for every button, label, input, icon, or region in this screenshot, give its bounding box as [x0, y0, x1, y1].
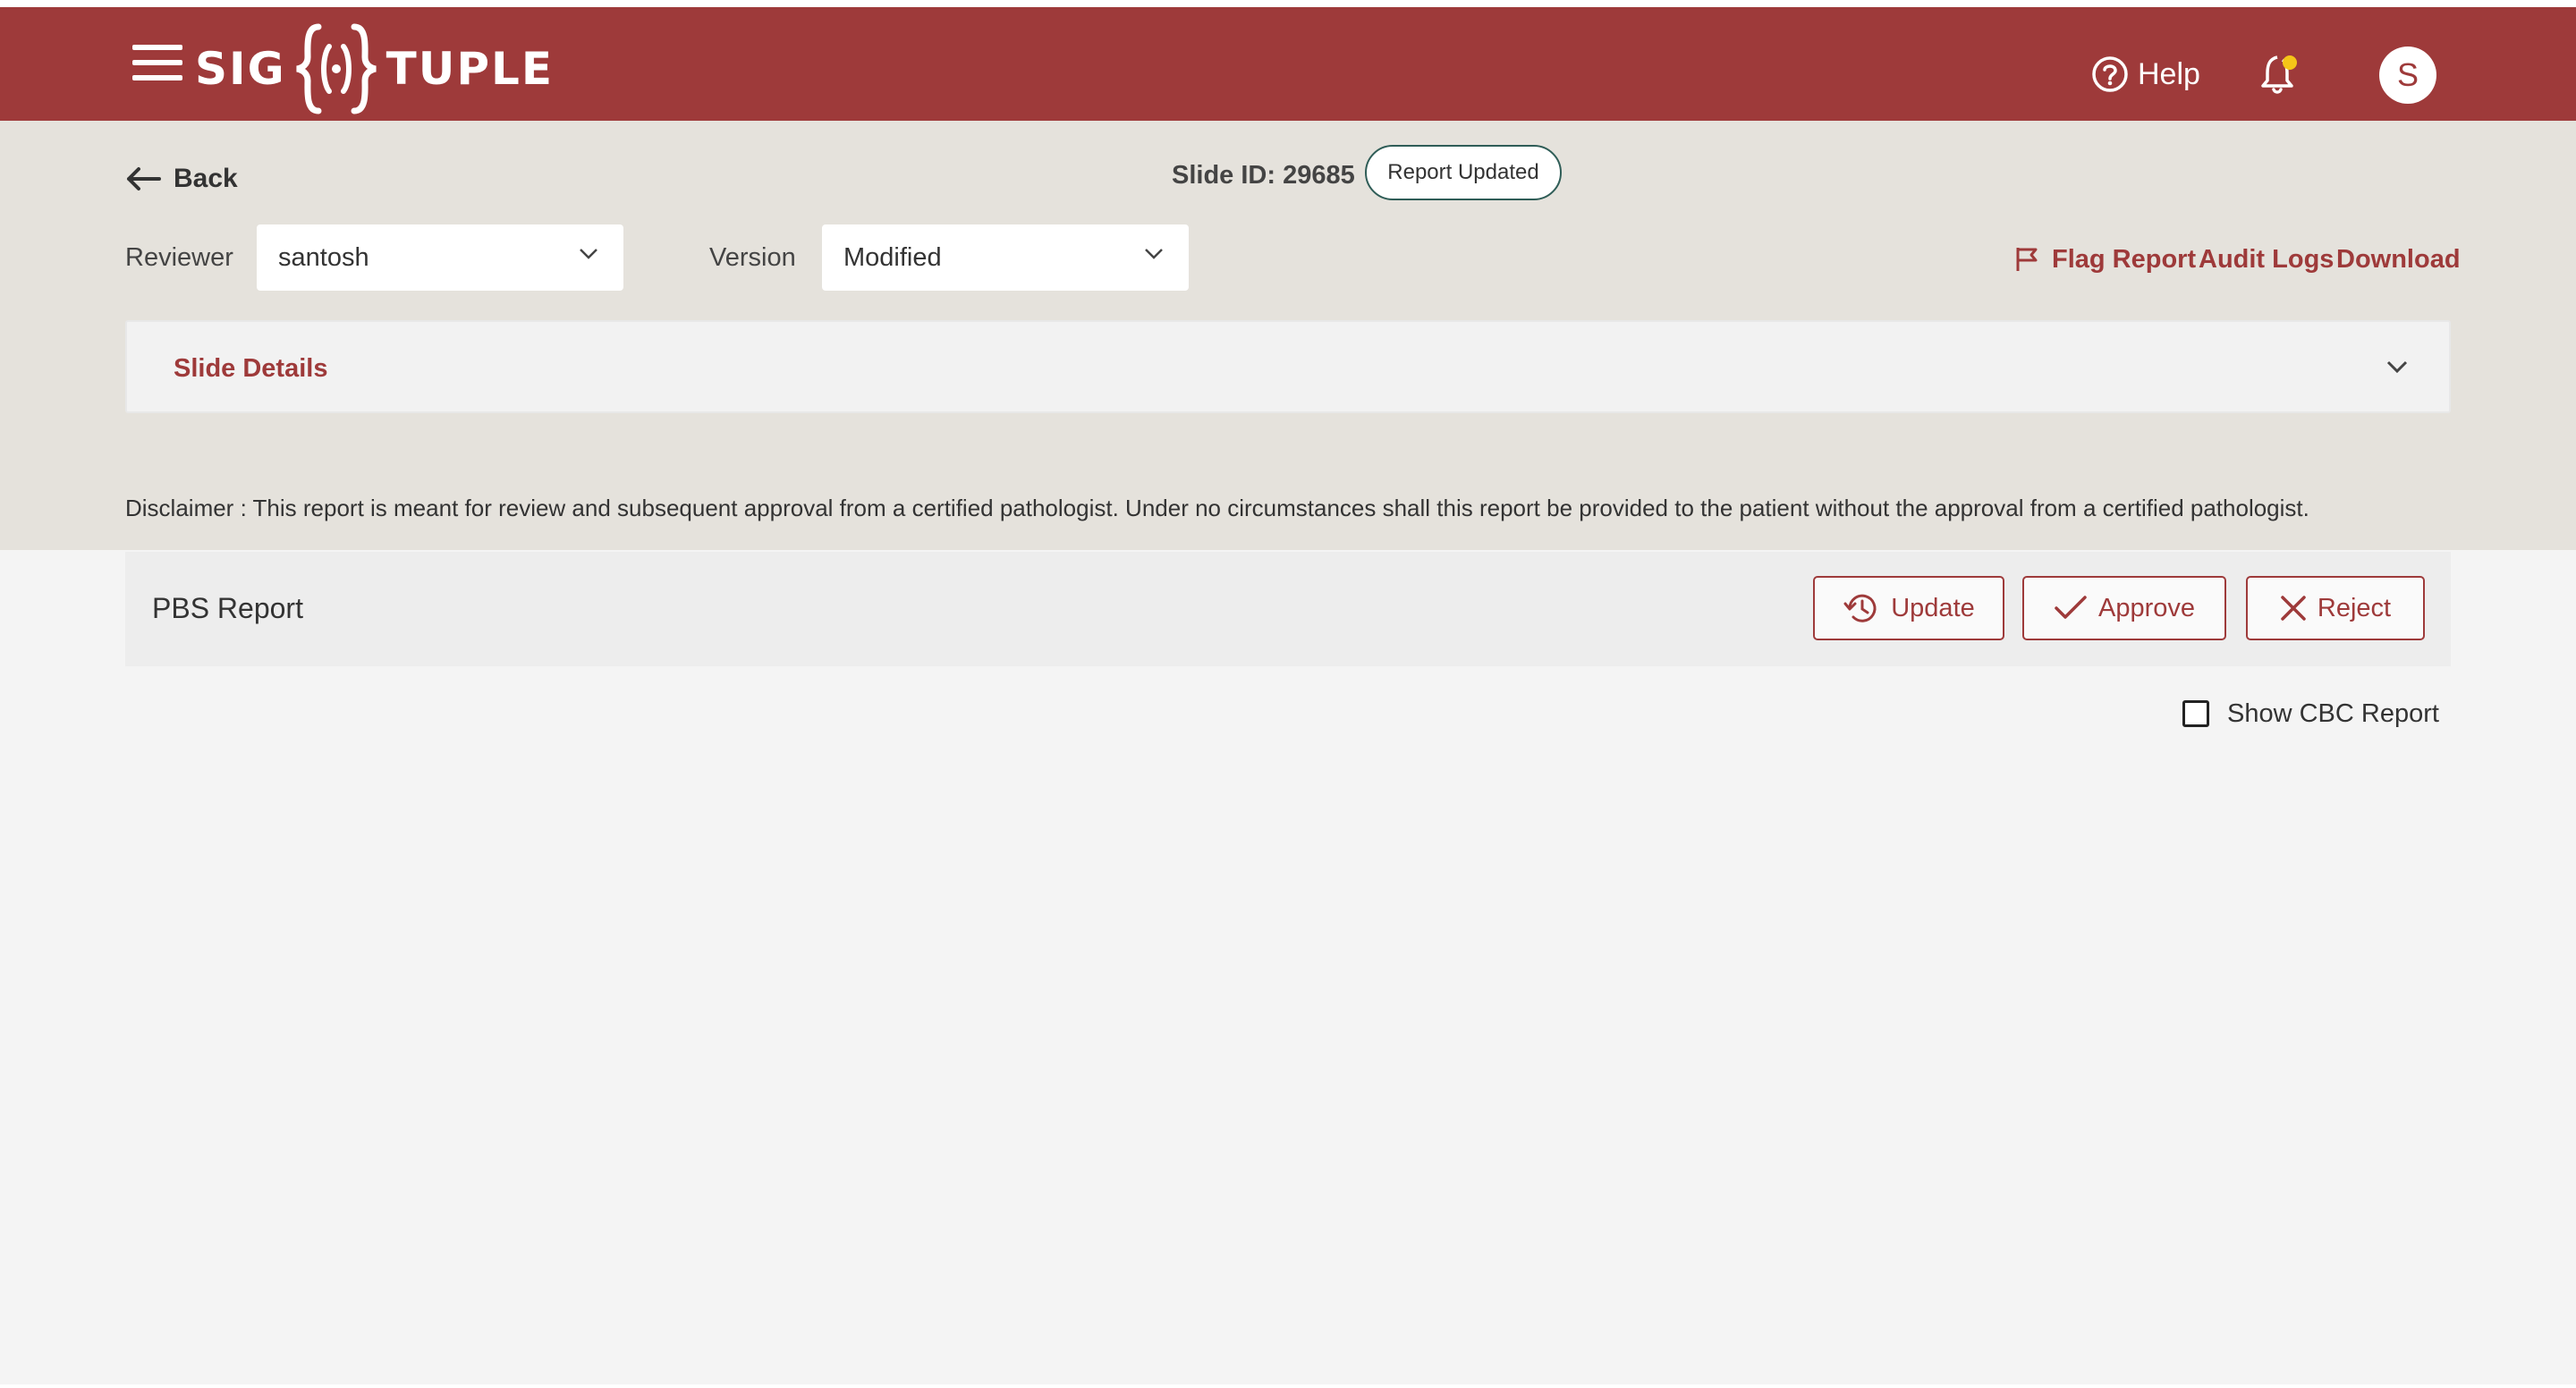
reviewer-select[interactable]: santosh [257, 224, 623, 291]
back-button[interactable]: Back [125, 159, 238, 199]
app-header: SIG TUPLE Help S [0, 7, 2576, 121]
arrow-left-icon [127, 167, 161, 190]
bottom-strip [0, 1384, 2576, 1388]
approve-label: Approve [2097, 593, 2195, 622]
menu-icon[interactable] [132, 45, 182, 80]
sigtuple-logo: SIG TUPLE [195, 20, 554, 118]
chevron-down-icon [580, 249, 597, 259]
slide-details-accordion[interactable]: Slide Details [125, 320, 2451, 413]
help-button[interactable]: Help [2091, 52, 2200, 97]
help-label: Help [2138, 56, 2200, 91]
reject-button[interactable]: Reject [2246, 576, 2425, 640]
version-select[interactable]: Modified [822, 224, 1189, 291]
close-icon [2281, 596, 2306, 621]
update-label: Update [1891, 593, 1975, 622]
cbc-label: Show CBC Report [2227, 698, 2439, 728]
slide-id: Slide ID: 29685 [1172, 161, 1355, 190]
update-button[interactable]: Update [1813, 576, 2004, 640]
logo-text-left: SIG [195, 43, 286, 95]
help-icon [2092, 56, 2128, 92]
slide-details-title: Slide Details [174, 354, 328, 383]
notification-dot [2283, 55, 2297, 70]
approve-button[interactable]: Approve [2022, 576, 2226, 640]
logo-text-right: TUPLE [386, 43, 555, 95]
show-cbc-toggle[interactable]: Show CBC Report [2182, 696, 2439, 732]
chevron-down-icon [2386, 360, 2408, 374]
avatar[interactable]: S [2379, 47, 2436, 104]
version-value: Modified [843, 242, 942, 272]
cbc-checkbox[interactable] [2182, 700, 2209, 727]
logo-mark-icon [295, 23, 377, 114]
disclaimer-text: Disclaimer : This report is meant for re… [125, 495, 2309, 521]
flag-icon [2016, 248, 2038, 271]
bell-icon [2261, 55, 2297, 94]
reject-label: Reject [2317, 593, 2392, 622]
reviewer-value: santosh [278, 242, 369, 272]
audit-logs-link[interactable]: Audit Logs [2199, 241, 2334, 277]
flag-report-button[interactable]: Flag Report [2014, 240, 2196, 279]
top-strip [0, 0, 2576, 7]
notification-button[interactable] [2259, 52, 2299, 97]
reviewer-label: Reviewer [125, 243, 233, 272]
report-title: PBS Report [152, 592, 303, 624]
chevron-down-icon [1145, 249, 1163, 259]
download-link[interactable]: Download [2336, 241, 2461, 277]
status-badge: Report Updated [1365, 145, 1562, 200]
check-icon [2055, 596, 2087, 619]
report-body [0, 550, 2576, 1388]
back-label: Back [174, 164, 238, 193]
version-label: Version [709, 243, 796, 272]
history-icon [1843, 594, 1877, 622]
flag-report-label: Flag Report [2052, 245, 2197, 274]
